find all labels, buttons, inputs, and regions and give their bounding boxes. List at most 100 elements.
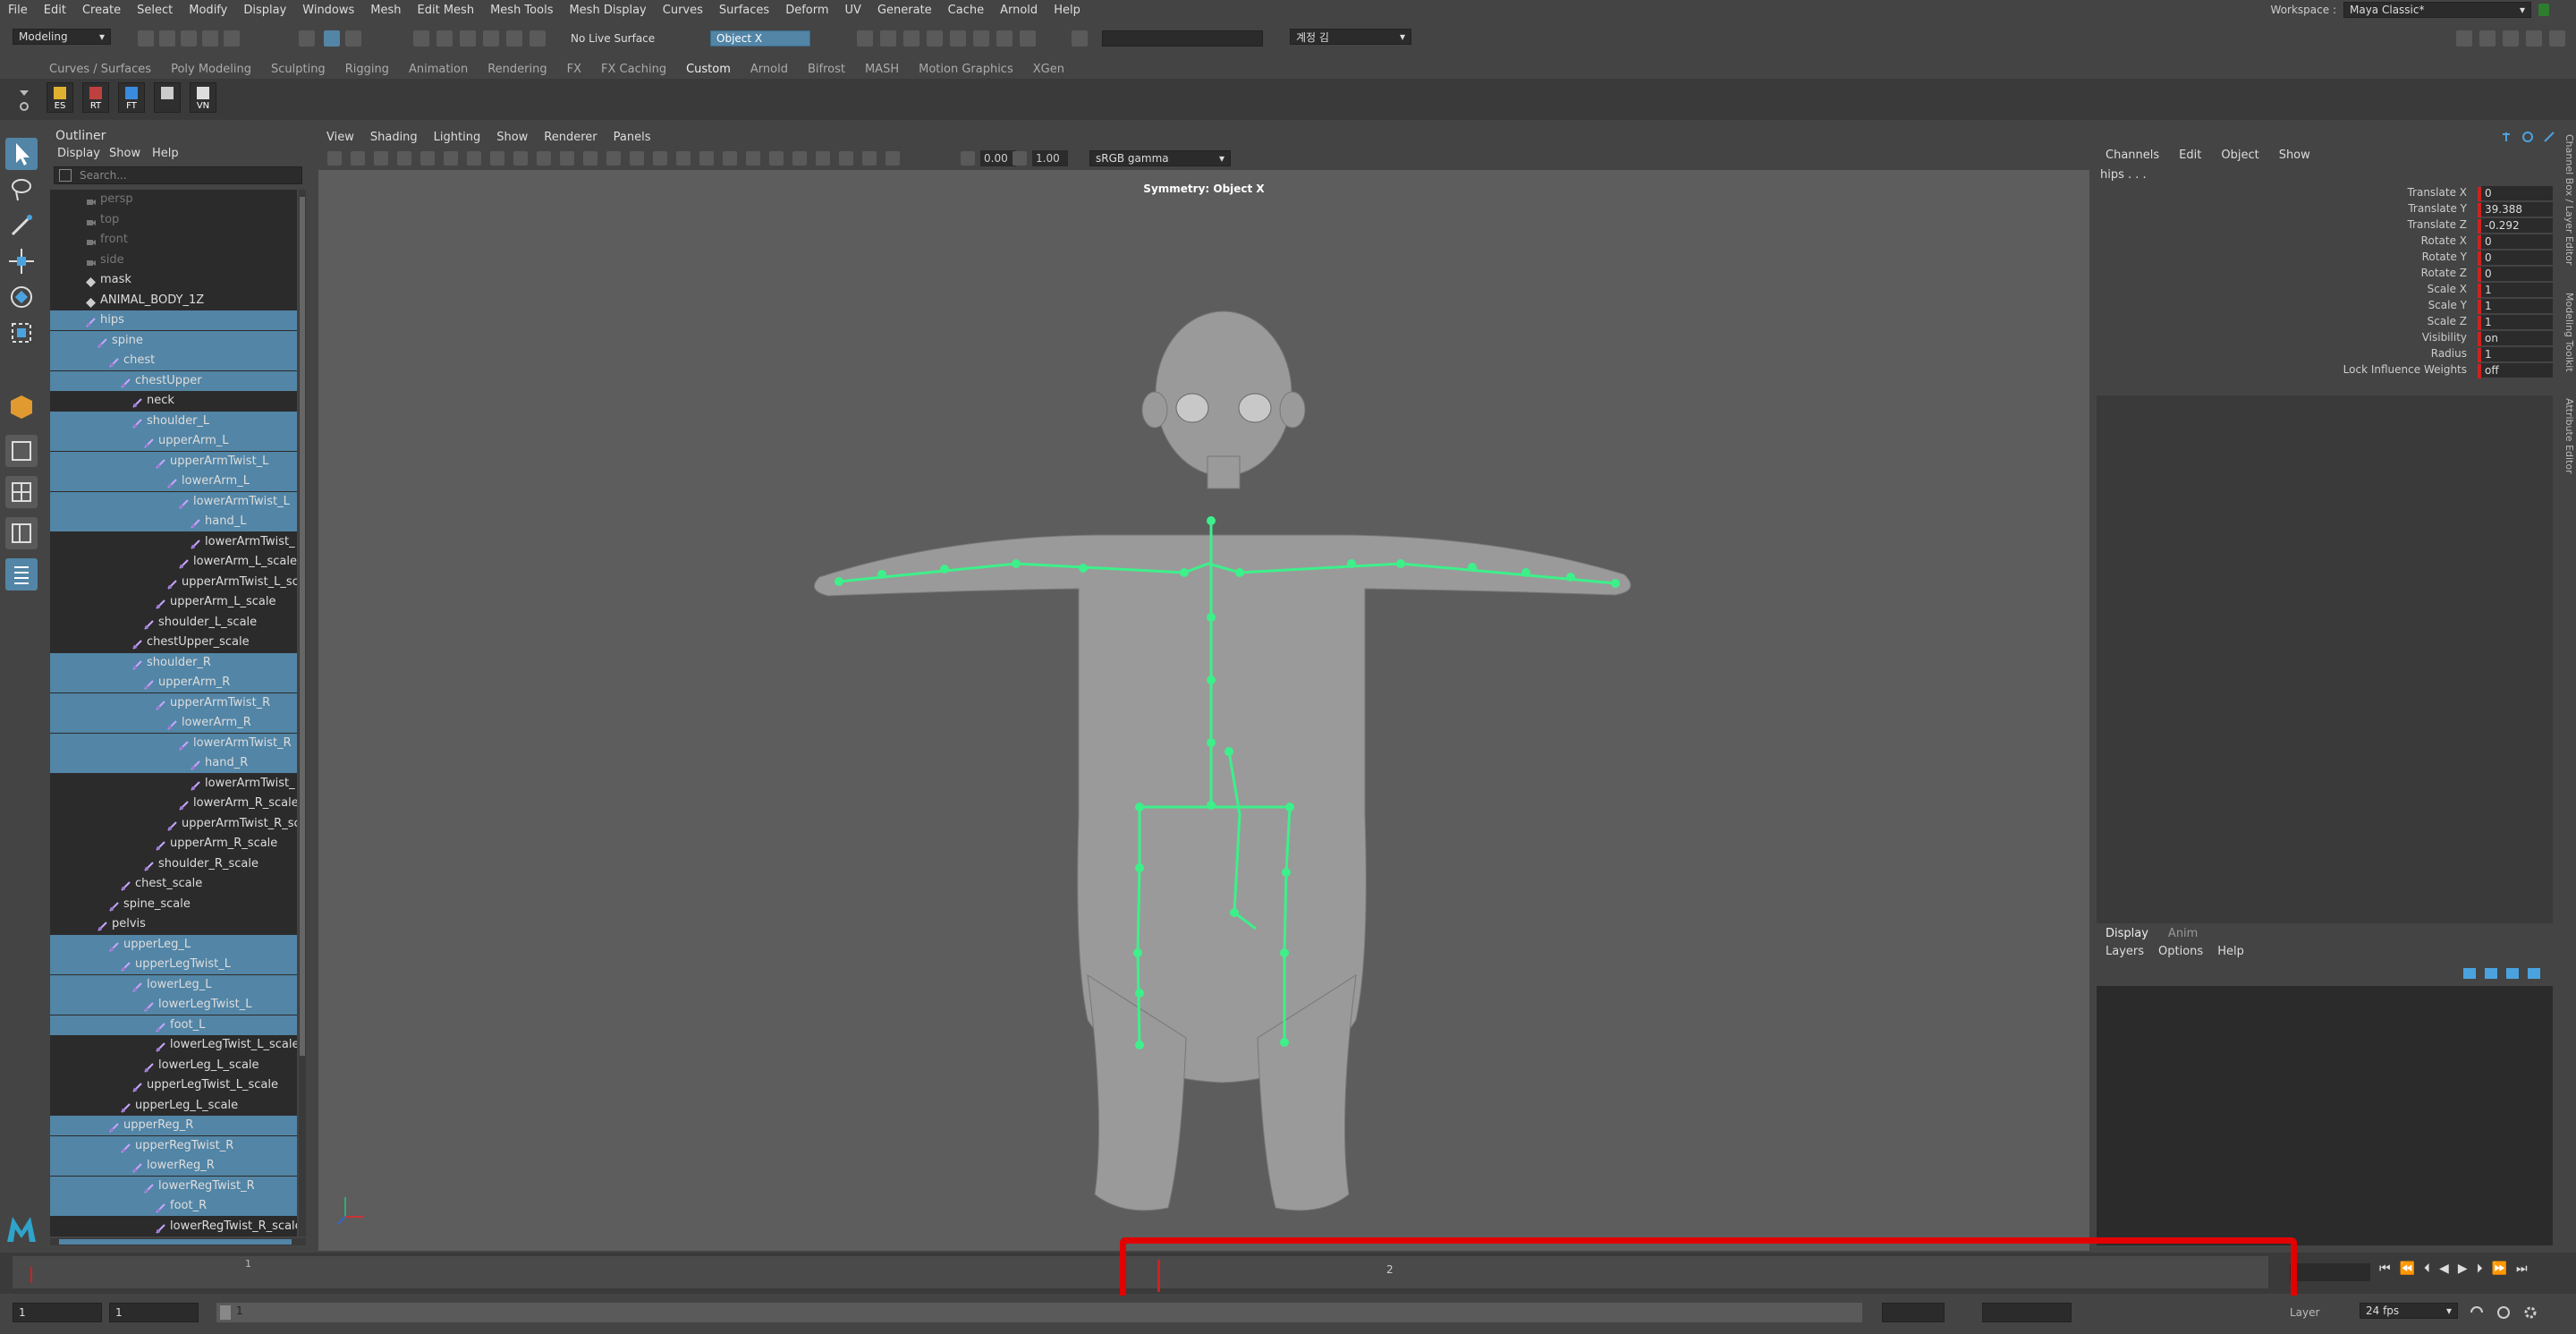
- hscrollbar-thumb[interactable]: [59, 1239, 292, 1245]
- menu-edit-mesh[interactable]: Edit Mesh: [410, 4, 483, 17]
- shelf-tab-mash[interactable]: MASH: [855, 63, 909, 76]
- layer-menu-options[interactable]: Options: [2158, 945, 2203, 958]
- outliner-row[interactable]: lowerArm_R: [50, 713, 297, 733]
- outliner-row[interactable]: upperArmTwist_L_sc: [50, 573, 297, 592]
- rotate-tool-icon[interactable]: [5, 281, 38, 313]
- colorspace-dropdown[interactable]: sRGB gamma ▾: [1089, 150, 1231, 166]
- pause-icon[interactable]: [1020, 30, 1036, 47]
- shelf-tab-fx[interactable]: FX: [557, 63, 591, 76]
- paint-select-tool-icon[interactable]: [5, 209, 38, 242]
- snap-grid-icon[interactable]: [413, 30, 429, 47]
- attribute-row[interactable]: Translate Z -0.292: [2097, 218, 2553, 234]
- menu-file[interactable]: File: [0, 4, 36, 17]
- outliner-row[interactable]: upperArm_L_scale: [50, 592, 297, 612]
- xray-components-icon[interactable]: [886, 151, 900, 166]
- outliner-row[interactable]: spine_scale: [50, 895, 297, 914]
- outliner-row[interactable]: hand_L: [50, 512, 297, 531]
- playback-start-field[interactable]: 1: [109, 1303, 199, 1322]
- select-tool-icon[interactable]: [5, 138, 38, 170]
- menu-deform[interactable]: Deform: [777, 4, 836, 17]
- menu-arnold[interactable]: Arnold: [992, 4, 1046, 17]
- new-scene-icon[interactable]: [138, 30, 154, 47]
- outliner-row[interactable]: side: [50, 251, 297, 270]
- outliner-row[interactable]: upperLegTwist_L_scale: [50, 1075, 297, 1095]
- select-hierarchy-icon[interactable]: [299, 30, 315, 47]
- snap-curve-icon[interactable]: [436, 30, 453, 47]
- outliner-row[interactable]: mask: [50, 270, 297, 290]
- attribute-value[interactable]: 0: [2481, 186, 2553, 200]
- attribute-value[interactable]: 1: [2481, 283, 2553, 297]
- outliner-menu-help[interactable]: Help: [152, 147, 179, 160]
- outliner-row[interactable]: hand_R: [50, 753, 297, 773]
- lock-icon[interactable]: [2538, 4, 2549, 16]
- viewport-menu-panels[interactable]: Panels: [606, 131, 659, 144]
- gate-mask-icon[interactable]: [490, 151, 504, 166]
- toggle-tool-settings-icon[interactable]: [2479, 30, 2496, 47]
- play-forwards-icon[interactable]: ▶: [2458, 1262, 2468, 1276]
- attribute-value[interactable]: 1: [2481, 315, 2553, 329]
- shelf-button-es-icon[interactable]: ES: [47, 82, 73, 113]
- safe-action-icon[interactable]: [537, 151, 551, 166]
- toggle-outliner-icon[interactable]: [2549, 30, 2565, 47]
- shelf-tab-rigging[interactable]: Rigging: [335, 63, 399, 76]
- safe-title-icon[interactable]: [560, 151, 574, 166]
- side-tab-channel-box[interactable]: Channel Box / Layer Editor: [2563, 134, 2575, 266]
- attribute-value[interactable]: -0.292: [2481, 218, 2553, 233]
- attribute-row[interactable]: Rotate X 0: [2097, 234, 2553, 251]
- auto-key-icon[interactable]: [2496, 1304, 2512, 1321]
- outliner-row[interactable]: lowerArmTwist_: [50, 532, 297, 552]
- menu-curves[interactable]: Curves: [655, 4, 711, 17]
- menu-edit[interactable]: Edit: [36, 4, 74, 17]
- select-object-icon[interactable]: [324, 30, 340, 47]
- attribute-value[interactable]: 1: [2481, 347, 2553, 361]
- viewport-menu-view[interactable]: View: [318, 131, 362, 144]
- viewport-menu-show[interactable]: Show: [488, 131, 536, 144]
- shelf-tab-arnold[interactable]: Arnold: [741, 63, 798, 76]
- menu-cache[interactable]: Cache: [940, 4, 992, 17]
- shadows-icon[interactable]: [699, 151, 714, 166]
- field-chart-icon[interactable]: [513, 151, 528, 166]
- viewport-panel[interactable]: View Shading Lighting Show Renderer Panels 0.…: [318, 127, 2089, 1251]
- toggle-channel-box-icon[interactable]: [2503, 30, 2519, 47]
- menu-mesh[interactable]: Mesh: [362, 4, 409, 17]
- anti-alias-icon[interactable]: [769, 151, 784, 166]
- outliner-row[interactable]: lowerArm_R_scale: [50, 794, 297, 813]
- attribute-row[interactable]: Scale Y 1: [2097, 299, 2553, 315]
- render-icon[interactable]: [857, 30, 873, 47]
- arnold-ipr-icon[interactable]: [996, 30, 1013, 47]
- menu-create[interactable]: Create: [74, 4, 129, 17]
- outliner-row[interactable]: persp: [50, 190, 297, 209]
- lock-camera-icon[interactable]: [351, 151, 365, 166]
- attribute-value[interactable]: 39.388: [2481, 202, 2553, 217]
- outliner-row[interactable]: lowerArm_L: [50, 472, 297, 491]
- attribute-value[interactable]: 0: [2481, 234, 2553, 249]
- cb-menu-edit[interactable]: Edit: [2179, 149, 2201, 162]
- attribute-row[interactable]: Translate Y 39.388: [2097, 202, 2553, 218]
- go-to-end-icon[interactable]: ⏭: [2516, 1262, 2528, 1276]
- lights-icon[interactable]: [676, 151, 691, 166]
- exposure-icon[interactable]: [961, 151, 975, 166]
- attribute-row[interactable]: Scale X 1: [2097, 283, 2553, 299]
- isolate-select-icon[interactable]: [816, 151, 830, 166]
- arnold-render-icon[interactable]: [973, 30, 989, 47]
- toggle-attribute-editor-icon[interactable]: [2456, 30, 2472, 47]
- menu-mesh-tools[interactable]: Mesh Tools: [482, 4, 561, 17]
- playback-end-field[interactable]: [1882, 1303, 1945, 1322]
- workspace-dropdown[interactable]: Maya Classic* ▾: [2343, 2, 2531, 18]
- attribute-value[interactable]: 1: [2481, 299, 2553, 313]
- outliner-row[interactable]: chest: [50, 351, 297, 370]
- shelf-tab-animation[interactable]: Animation: [399, 63, 478, 76]
- outliner-row[interactable]: foot_R: [50, 1196, 297, 1216]
- move-tool-icon[interactable]: [5, 245, 38, 277]
- account-dropdown[interactable]: 계정 김 ▾: [1290, 29, 1411, 45]
- outliner-row[interactable]: lowerLeg_L: [50, 974, 297, 995]
- viewport-menu-lighting[interactable]: Lighting: [426, 131, 489, 144]
- layer-menu-help[interactable]: Help: [2217, 945, 2244, 958]
- sidebar-toggle-icon[interactable]: [1072, 30, 1088, 47]
- fps-dropdown[interactable]: 24 fps ▾: [2360, 1303, 2458, 1319]
- bookmark-icon[interactable]: [374, 151, 388, 166]
- snap-center-icon[interactable]: [530, 30, 546, 47]
- side-tab-attribute-editor[interactable]: Attribute Editor: [2563, 398, 2575, 474]
- render-view-icon[interactable]: [880, 30, 896, 47]
- xray-icon[interactable]: [839, 151, 853, 166]
